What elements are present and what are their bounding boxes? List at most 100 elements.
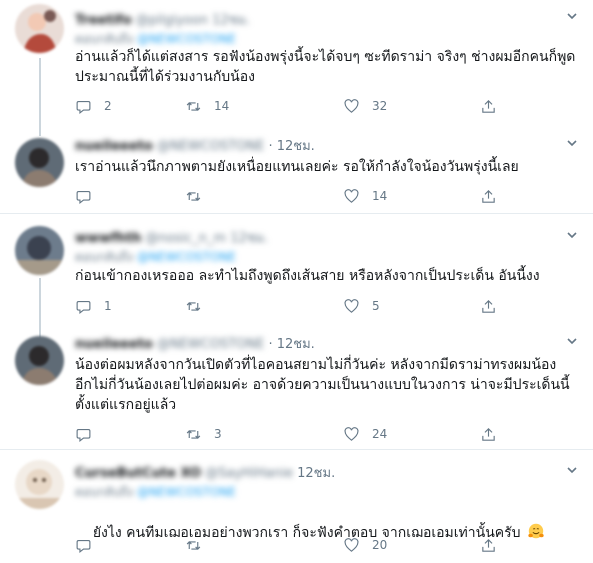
heart-icon [344,98,359,113]
reply-button[interactable] [75,424,104,444]
like-count: 20 [372,538,388,552]
reply-icon [76,428,91,442]
tweet-header: nueileeeto @NEWCOSTONE · 12ชม. [75,139,315,154]
user-handle[interactable]: @NEWCOSTONE [157,337,264,352]
retweet-button[interactable]: 3 [185,424,222,444]
reply-icon [76,539,91,553]
timestamp[interactable]: 12ชม. [297,466,335,481]
share-button[interactable] [480,296,497,316]
reply-icon [76,100,91,114]
share-icon [482,99,495,113]
tweet-actions: 2 14 32 [75,96,505,116]
reply-mention-link[interactable]: @NEWCOSTONE [137,485,236,499]
like-button[interactable]: 20 [343,535,387,555]
reply-to-label: ตอบกลับถึง [75,485,133,499]
avatar[interactable] [15,460,64,509]
like-button[interactable]: 24 [343,424,387,444]
user-name[interactable]: CurseButCute XO [75,466,201,481]
reply-mention-link[interactable]: @NEWCOSTONE [137,32,236,46]
chevron-down-icon[interactable] [565,334,579,348]
like-button[interactable]: 32 [343,96,387,116]
reply-to-line: ตอบกลับถึง @NEWCOSTONE [75,248,236,267]
tweet-actions: 3 24 [75,424,505,444]
tweet-header: Treetifo @pilgiyoon 12ชม. [75,9,250,30]
chevron-down-icon[interactable] [565,136,579,150]
heart-icon [344,537,359,552]
chevron-down-icon[interactable] [565,463,579,477]
retweet-icon [186,101,201,111]
chevron-down-icon[interactable] [565,228,579,242]
timestamp[interactable]: 12ชม. [277,139,315,154]
user-name[interactable]: wwwfhth [75,231,141,246]
share-icon [482,538,495,552]
share-icon [482,427,495,441]
avatar[interactable] [15,226,64,275]
timestamp[interactable]: 12ชม. [212,9,250,30]
share-button[interactable] [480,96,497,116]
tweet[interactable]: wwwfhth @nosic_n_m 12ชม. ตอบกลับถึง @NEWC… [0,214,593,326]
reply-button[interactable] [75,535,104,555]
retweet-button[interactable] [185,296,214,316]
user-handle[interactable]: @nosic_n_m [145,231,226,246]
share-button[interactable] [480,424,497,444]
chevron-down-icon[interactable] [565,9,579,23]
retweet-icon [186,301,201,311]
user-name[interactable]: nueileeeto [75,337,153,352]
retweet-button[interactable] [185,535,214,555]
tweet-header: nueileeeto @NEWCOSTONE · 12ชม. [75,337,315,352]
tweet-text: ก่อนเข้ากองเหรอออ ละทำไมถึงพูดถึงเส้นสาย… [75,268,540,284]
tweet-actions: 20 [75,535,505,555]
retweet-icon [186,540,201,550]
hugging-face-emoji-icon [527,523,544,539]
reply-count: 2 [104,99,112,113]
reply-button[interactable] [75,186,104,206]
share-button[interactable] [480,186,497,206]
retweet-button[interactable]: 14 [185,96,229,116]
share-icon [482,299,495,313]
heart-icon [344,188,359,203]
timestamp[interactable]: 12ชม. [230,227,268,248]
reply-to-label: ตอบกลับถึง [75,250,133,264]
heart-icon [344,298,359,313]
reply-to-line: ตอบกลับถึง @NEWCOSTONE [75,483,236,502]
avatar[interactable] [15,336,64,385]
retweet-button[interactable] [185,186,214,206]
like-button[interactable]: 14 [343,186,387,206]
like-count: 32 [372,99,388,113]
user-handle[interactable]: @pilgiyoon [136,13,208,28]
retweet-count: 3 [214,427,222,441]
retweet-count: 14 [214,99,230,113]
reply-mention-link[interactable]: @NEWCOSTONE [137,250,236,264]
like-button[interactable]: 5 [343,296,380,316]
user-name[interactable]: Treetifo [75,13,132,28]
avatar[interactable] [15,138,64,187]
reply-to-label: ตอบกลับถึง [75,32,133,46]
share-icon [482,189,495,203]
tweet[interactable]: nueileeeto @NEWCOSTONE · 12ชม. น้องต่อผมห… [0,326,593,449]
retweet-icon [186,191,201,201]
tweet[interactable]: Treetifo @pilgiyoon 12ชม. ตอบกลับถึง @NEW… [0,0,593,128]
like-count: 24 [372,427,388,441]
avatar[interactable] [15,4,64,53]
user-name[interactable]: nueileeeto [75,139,153,154]
tweet-actions: 14 [75,186,505,206]
user-handle[interactable]: @NEWCOSTONE [157,139,264,154]
heart-icon [344,426,359,441]
tweet-text: น้องต่อผมหลังจากวันเปิดตัวที่ไอคอนสยามไม… [75,357,570,413]
like-count: 5 [372,299,380,313]
tweet-header: CurseButCute XO @SayHiHanie 12ชม. [75,462,335,481]
reply-count: 1 [104,299,112,313]
reply-button[interactable]: 1 [75,296,112,316]
tweet-text: เราอ่านแล้วนึกภาพตามยังเหนื่อยแทนเลยค่ะ … [75,159,519,175]
timestamp[interactable]: 12ชม. [277,337,315,352]
reply-icon [76,300,91,314]
reply-icon [76,190,91,204]
retweet-icon [186,429,201,439]
like-count: 14 [372,189,388,203]
share-button[interactable] [480,535,497,555]
user-handle[interactable]: @SayHiHanie [205,466,293,481]
tweet[interactable]: CurseButCute XO @SayHiHanie 12ชม. ตอบกลับ… [0,450,593,562]
tweet[interactable]: nueileeeto @NEWCOSTONE · 12ชม. เราอ่านแล้… [0,128,593,213]
tweet-text: อ่านแล้วก็ได้แต่สงสาร รอฟังน้องพรุ่งนี้จ… [75,49,576,85]
reply-button[interactable]: 2 [75,96,112,116]
